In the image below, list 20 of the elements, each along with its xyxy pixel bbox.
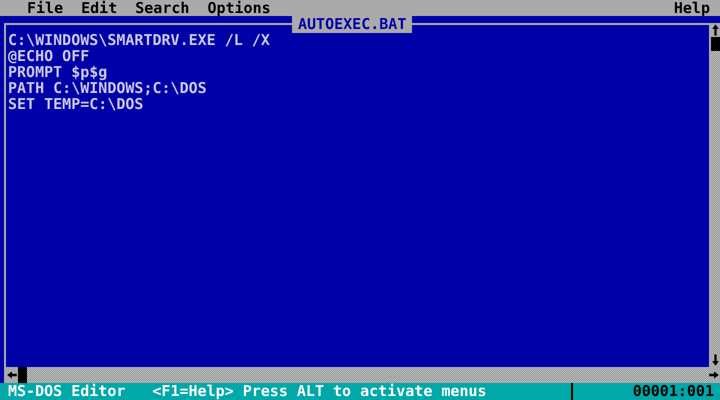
menu-item[interactable]: Search — [135, 0, 190, 16]
code-line: PROMPT $p$g — [8, 64, 108, 80]
scroll-thumb[interactable] — [18, 367, 27, 383]
horizontal-scrollbar[interactable] — [6, 367, 720, 383]
code-line: C:\WINDOWS\SMARTDRV.EXE /L /X — [8, 32, 271, 48]
help-hint: <F1=Help> Press ALT to activate menus — [152, 383, 487, 400]
code-line: SET TEMP=C:\DOS — [8, 96, 144, 112]
code-line: PATH C:\WINDOWS;C:\DOS — [8, 80, 208, 96]
cursor-position: 00001:001 — [632, 383, 714, 400]
help-menu[interactable]: Help — [674, 0, 710, 16]
menu-item[interactable]: File — [27, 0, 64, 16]
app-name: MS-DOS Editor — [8, 383, 126, 400]
menu-item[interactable]: Options — [207, 0, 271, 16]
file-title: AUTOEXEC.BAT — [292, 16, 412, 33]
down-arrow-icon[interactable] — [711, 353, 720, 367]
code-line: @ECHO OFF — [8, 48, 90, 64]
menu-item[interactable]: Edit — [81, 0, 118, 16]
up-arrow-icon[interactable] — [711, 23, 720, 37]
scroll-thumb[interactable] — [711, 37, 720, 51]
vertical-scrollbar[interactable] — [709, 23, 720, 367]
